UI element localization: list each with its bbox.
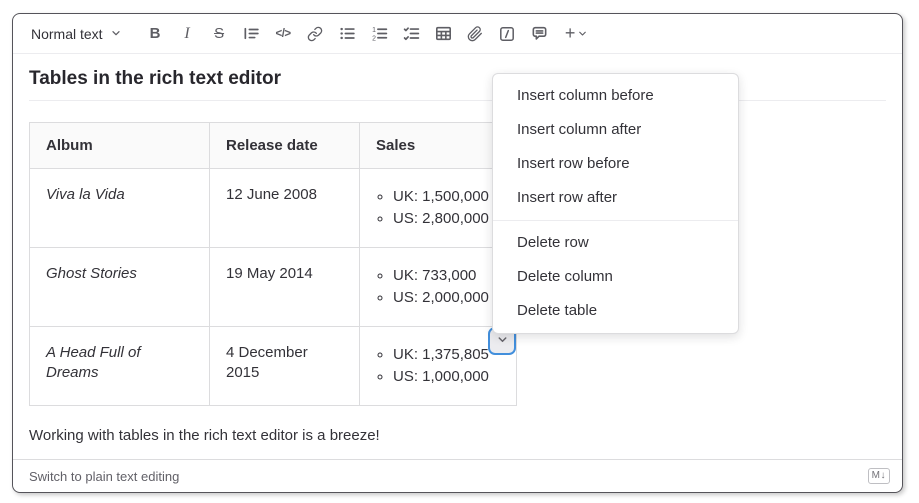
release-date-cell[interactable]: 4 December 2015 xyxy=(210,327,360,406)
code-icon: </> xyxy=(276,28,291,40)
sales-list-item: US: 2,800,000 xyxy=(393,209,500,229)
bullet-list-button[interactable] xyxy=(333,21,362,47)
attachment-button[interactable] xyxy=(461,21,490,47)
insert-more-dropdown[interactable]: + xyxy=(557,21,597,47)
menu-item-insert-column-before[interactable]: Insert column before xyxy=(493,79,738,113)
text-style-dropdown[interactable]: Normal text xyxy=(27,22,126,46)
rich-text-editor: Normal text B I S </> 12 xyxy=(12,13,903,493)
body-paragraph: Working with tables in the rich text edi… xyxy=(29,425,886,446)
code-button[interactable]: </> xyxy=(269,21,298,47)
svg-text:1: 1 xyxy=(372,27,376,34)
slash-command-icon xyxy=(499,26,515,42)
table-button[interactable] xyxy=(429,21,458,47)
sales-list: UK: 1,375,805US: 1,000,000 xyxy=(376,345,500,387)
table-row: Ghost Stories19 May 2014 UK: 733,000US: 2… xyxy=(30,248,517,327)
editor-toolbar: Normal text B I S </> 12 xyxy=(13,14,902,54)
switch-to-plain-text-button[interactable]: Switch to plain text editing xyxy=(29,469,179,484)
editor-content-area[interactable]: Tables in the rich text editor AlbumRele… xyxy=(13,67,902,446)
menu-item-delete-row[interactable]: Delete row xyxy=(493,226,738,260)
text-style-label: Normal text xyxy=(31,26,103,42)
table-row: Viva la Vida12 June 2008 UK: 1,500,000US:… xyxy=(30,169,517,248)
slash-command-button[interactable] xyxy=(493,21,522,47)
plus-icon: + xyxy=(565,23,576,44)
chevron-down-icon xyxy=(496,333,509,349)
strikethrough-button[interactable]: S xyxy=(205,21,234,47)
comment-button[interactable] xyxy=(525,21,554,47)
attachment-icon xyxy=(467,26,483,42)
table-header-row: AlbumRelease dateSales xyxy=(30,123,517,169)
menu-item-delete-table[interactable]: Delete table xyxy=(493,294,738,328)
bullet-list-icon xyxy=(339,25,356,42)
sales-list-item: US: 1,000,000 xyxy=(393,367,500,387)
task-list-button[interactable] xyxy=(397,21,426,47)
menu-item-insert-column-after[interactable]: Insert column after xyxy=(493,113,738,147)
menu-item-insert-row-after[interactable]: Insert row after xyxy=(493,181,738,215)
link-button[interactable] xyxy=(301,21,330,47)
ordered-list-button[interactable]: 12 xyxy=(365,21,394,47)
sales-list-item: US: 2,000,000 xyxy=(393,288,500,308)
italic-icon: I xyxy=(184,25,189,43)
strikethrough-icon: S xyxy=(214,25,224,42)
menu-item-delete-column[interactable]: Delete column xyxy=(493,260,738,294)
sales-list: UK: 733,000US: 2,000,000 xyxy=(376,266,500,308)
album-cell[interactable]: Ghost Stories xyxy=(30,248,210,327)
task-list-icon xyxy=(403,25,420,42)
markdown-icon: M↓ xyxy=(868,468,890,484)
comment-icon xyxy=(531,25,548,42)
sales-list-item: UK: 733,000 xyxy=(393,266,500,286)
sales-list-item: UK: 1,500,000 xyxy=(393,187,500,207)
blockquote-icon xyxy=(243,25,260,42)
menu-divider xyxy=(493,220,738,221)
sales-list-item: UK: 1,375,805 xyxy=(393,345,500,365)
table-header-cell[interactable]: Album xyxy=(30,123,210,169)
link-icon xyxy=(307,26,323,42)
release-date-cell[interactable]: 12 June 2008 xyxy=(210,169,360,248)
table-row: A Head Full of Dreams4 December 2015 UK: … xyxy=(30,327,517,406)
svg-text:2: 2 xyxy=(372,36,376,42)
release-date-cell[interactable]: 19 May 2014 xyxy=(210,248,360,327)
album-cell[interactable]: Viva la Vida xyxy=(30,169,210,248)
editor-footer: Switch to plain text editing M↓ xyxy=(13,459,902,492)
albums-table: AlbumRelease dateSales Viva la Vida12 Ju… xyxy=(29,122,517,406)
menu-item-insert-row-before[interactable]: Insert row before xyxy=(493,147,738,181)
table-header-cell[interactable]: Release date xyxy=(210,123,360,169)
table-icon xyxy=(435,25,452,42)
page-title: Tables in the rich text editor xyxy=(29,67,886,101)
ordered-list-icon: 12 xyxy=(371,25,388,42)
chevron-down-icon xyxy=(110,26,122,42)
blockquote-button[interactable] xyxy=(237,21,266,47)
bold-icon: B xyxy=(150,25,161,42)
sales-list: UK: 1,500,000US: 2,800,000 xyxy=(376,187,500,229)
chevron-down-icon xyxy=(577,28,588,39)
italic-button[interactable]: I xyxy=(173,21,202,47)
bold-button[interactable]: B xyxy=(141,21,170,47)
table-options-menu: Insert column beforeInsert column afterI… xyxy=(492,73,739,334)
album-cell[interactable]: A Head Full of Dreams xyxy=(30,327,210,406)
